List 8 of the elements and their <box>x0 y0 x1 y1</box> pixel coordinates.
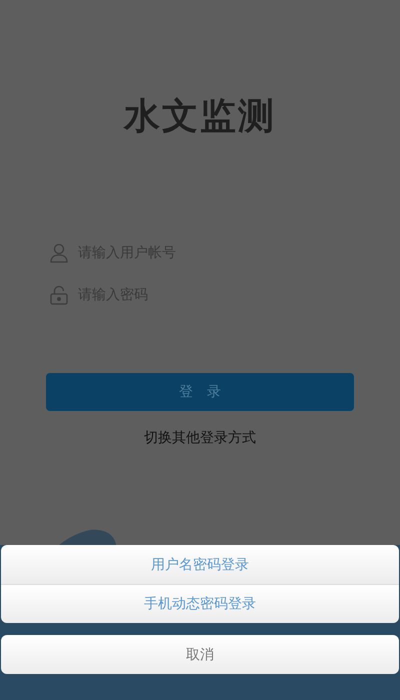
switch-login-link[interactable]: 切换其他登录方式 <box>144 429 256 447</box>
lock-icon <box>50 285 68 305</box>
login-option[interactable]: 手机动态密码登录 <box>1 584 399 623</box>
user-icon <box>50 243 68 263</box>
login-button[interactable]: 登 录 <box>46 373 354 411</box>
login-option[interactable]: 用户名密码登录 <box>1 545 399 584</box>
app-title: 水文监测 <box>124 95 276 139</box>
cancel-button[interactable]: 取消 <box>1 635 399 674</box>
